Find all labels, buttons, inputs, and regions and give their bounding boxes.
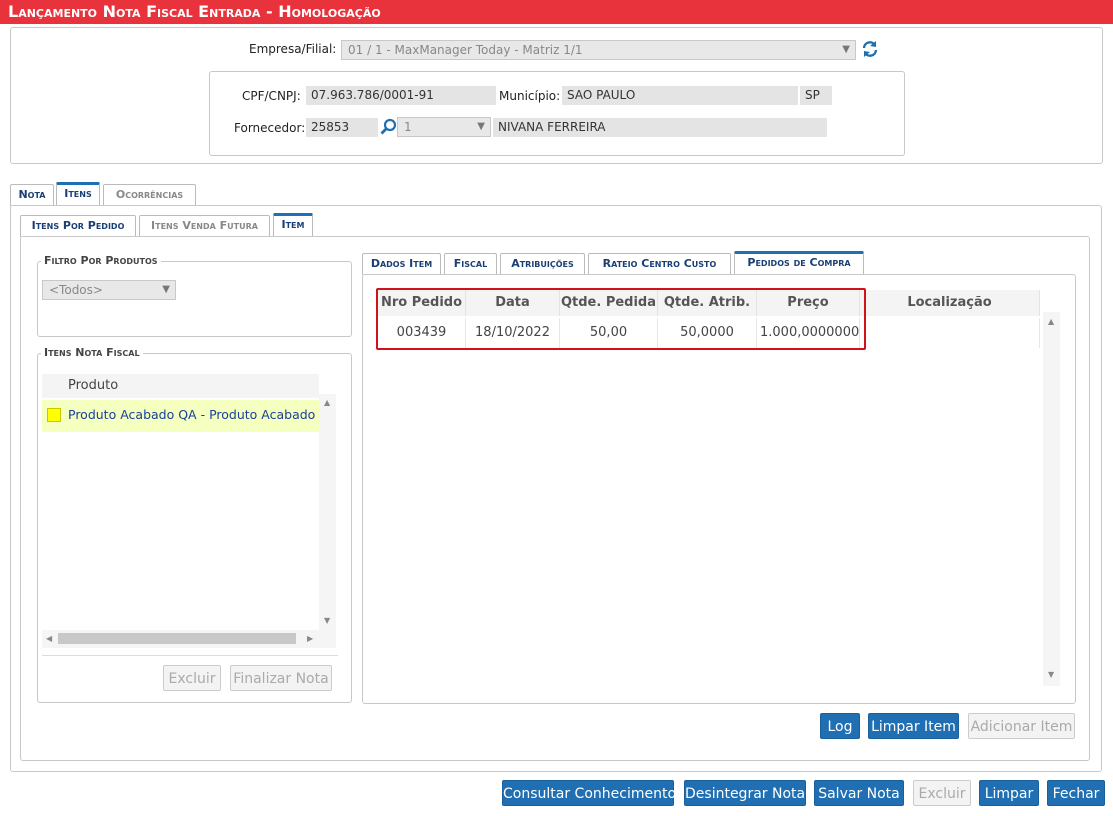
tab-rateio-centro-custo[interactable]: Rateio Centro Custo <box>588 253 731 275</box>
localizacao-cell <box>860 318 1040 348</box>
tab-itens-por-pedido[interactable]: Itens Por Pedido <box>20 215 136 237</box>
produto-cell: Produto Acabado QA - Produto Acabado QA <box>68 407 319 422</box>
tab-nota[interactable]: Nota <box>10 184 54 206</box>
scroll-thumb[interactable] <box>58 633 296 644</box>
adicionar-item-button[interactable]: Adicionar Item <box>968 713 1075 739</box>
filtro-legend: Filtro Por Produtos <box>41 254 161 267</box>
municipio-field[interactable]: SAO PAULO <box>562 86 798 105</box>
chevron-down-icon: ▼ <box>162 284 170 295</box>
tab-item[interactable]: Item <box>273 213 313 237</box>
refresh-icon[interactable] <box>861 40 879 58</box>
cpf-field[interactable]: 07.963.786/0001-91 <box>306 86 496 105</box>
search-icon[interactable] <box>380 118 397 135</box>
empresa-label: Empresa/Filial: <box>249 42 337 56</box>
empresa-value: 01 / 1 - MaxManager Today - Matriz 1/1 <box>348 43 583 57</box>
itens-nf-grid: Produto Produto Acabado QA - Produto Aca… <box>42 374 338 656</box>
column-header-localizacao[interactable]: Localização <box>860 290 1040 316</box>
highlight-box <box>376 288 866 350</box>
tab-pedidos-de-compra[interactable]: Pedidos de Compra <box>734 251 864 275</box>
header-panel: Empresa/Filial: 01 / 1 - MaxManager Toda… <box>10 27 1103 164</box>
horizontal-scrollbar[interactable]: ◀ ▶ <box>42 630 336 648</box>
itens-nf-header: Produto <box>42 374 319 398</box>
salvar-nota-button[interactable]: Salvar Nota <box>814 780 904 806</box>
scroll-left-icon[interactable]: ◀ <box>46 634 52 644</box>
excluir-nota-button[interactable]: Excluir <box>913 780 971 806</box>
fornecedor-group: CPF/CNPJ: 07.963.786/0001-91 Município: … <box>209 71 905 156</box>
cpf-label: CPF/CNPJ: <box>242 89 301 103</box>
log-button[interactable]: Log <box>820 713 860 739</box>
fornecedor-code-field[interactable]: 25853 <box>306 118 378 137</box>
itens-nf-legend: Itens Nota Fiscal <box>41 346 143 359</box>
fornecedor-label: Fornecedor: <box>234 121 306 135</box>
chevron-down-icon: ▼ <box>842 44 850 55</box>
limpar-button[interactable]: Limpar <box>979 780 1039 806</box>
filtro-select-value: <Todos> <box>49 283 103 297</box>
tab-fiscal[interactable]: Fiscal <box>444 253 497 275</box>
scroll-up-icon[interactable]: ▲ <box>1048 317 1054 327</box>
excluir-item-button[interactable]: Excluir <box>163 665 221 691</box>
fornecedor-name-field[interactable]: NIVANA FERREIRA <box>493 118 827 137</box>
fechar-button[interactable]: Fechar <box>1047 780 1105 806</box>
chevron-down-icon: ▼ <box>477 121 485 132</box>
scroll-right-icon[interactable]: ▶ <box>307 634 313 644</box>
uf-field[interactable]: SP <box>800 86 832 105</box>
limpar-item-button[interactable]: Limpar Item <box>868 713 959 739</box>
fornecedor-seq-select[interactable]: 1 ▼ <box>397 117 491 137</box>
tab-ocorrencias[interactable]: Ocorrências <box>103 184 196 206</box>
pedidos-vertical-scrollbar[interactable]: ▲ ▼ <box>1043 312 1060 686</box>
vertical-scrollbar[interactable]: ▲ ▼ <box>319 394 336 634</box>
scroll-down-icon[interactable]: ▼ <box>1048 670 1054 680</box>
consultar-conhecimento-button[interactable]: Consultar Conhecimento <box>502 780 676 806</box>
fornecedor-seq-value: 1 <box>404 120 412 134</box>
table-row[interactable]: Produto Acabado QA - Produto Acabado QA <box>42 400 319 432</box>
scroll-down-icon[interactable]: ▼ <box>324 616 330 626</box>
desintegrar-nota-button[interactable]: Desintegrar Nota <box>684 780 806 806</box>
tab-atribuicoes[interactable]: Atribuições <box>500 253 585 275</box>
row-marker <box>47 408 61 422</box>
scroll-up-icon[interactable]: ▲ <box>324 398 330 408</box>
produto-column-header: Produto <box>68 378 119 393</box>
tab-itens[interactable]: Itens <box>56 182 100 206</box>
window-title: Lançamento Nota Fiscal Entrada - Homolog… <box>0 0 1113 24</box>
finalizar-nota-button[interactable]: Finalizar Nota <box>230 665 332 691</box>
tab-dados-item[interactable]: Dados Item <box>362 253 441 275</box>
empresa-select[interactable]: 01 / 1 - MaxManager Today - Matriz 1/1 ▼ <box>341 40 856 60</box>
tab-itens-venda-futura[interactable]: Itens Venda Futura <box>139 215 270 237</box>
municipio-label: Município: <box>499 89 561 103</box>
filtro-select[interactable]: <Todos> ▼ <box>42 280 176 300</box>
